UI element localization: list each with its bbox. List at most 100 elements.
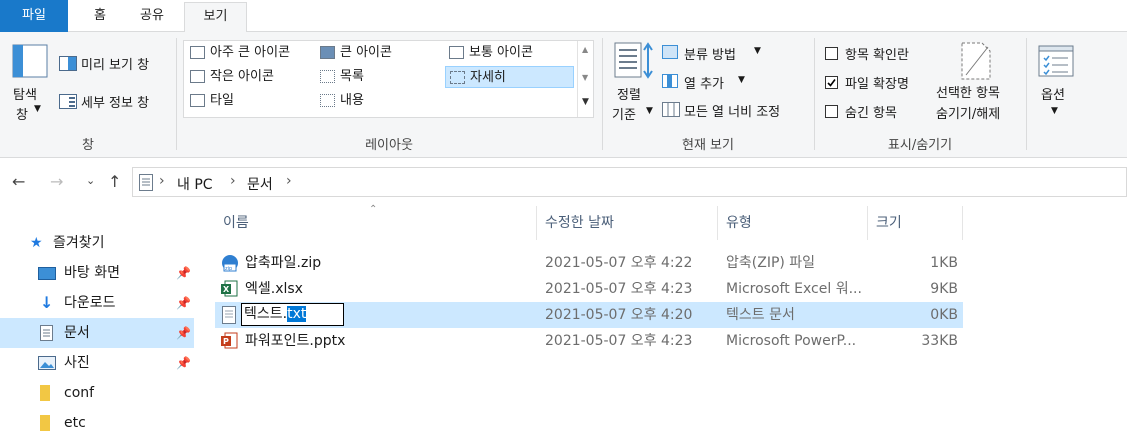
layout-list[interactable]: 목록 xyxy=(316,66,444,88)
layout-medium-icons[interactable]: 보통 아이콘 xyxy=(445,42,573,64)
column-header-type[interactable]: 유형 xyxy=(718,206,868,240)
column-header-name[interactable]: 이름 xyxy=(215,206,537,240)
file-size: 0KB xyxy=(930,307,958,323)
pictures-icon xyxy=(38,356,56,370)
group-by-icon xyxy=(662,45,678,59)
item-checkboxes-checkbox[interactable] xyxy=(825,47,838,60)
rename-selected-extension: txt xyxy=(287,306,307,322)
ribbon-view: 탐색 창 ▼ 미리 보기 창 세부 정보 창 창 아주 큰 아이콘 큰 아이콘 xyxy=(0,32,1127,158)
folder-icon xyxy=(40,415,50,431)
sidebar-item-conf[interactable]: conf xyxy=(0,378,194,408)
tab-file[interactable]: 파일 xyxy=(0,0,68,32)
content-icon xyxy=(320,94,335,107)
layout-large-icons[interactable]: 큰 아이콘 xyxy=(316,42,444,64)
pin-icon[interactable]: 📌 xyxy=(176,258,191,288)
address-bar[interactable]: › 내 PC › 문서 › xyxy=(132,167,1127,197)
column-header-size[interactable]: 크기 xyxy=(868,206,963,240)
sidebar-item-pictures[interactable]: 사진 📌 xyxy=(0,348,194,378)
medium-icons-icon xyxy=(449,46,464,59)
layout-item-label: 타일 xyxy=(210,93,234,108)
file-name[interactable]: 엑셀.xlsx xyxy=(245,276,303,302)
layout-small-icons[interactable]: 작은 아이콘 xyxy=(186,66,314,88)
download-icon: ↓ xyxy=(40,293,54,312)
file-name[interactable]: 파워포인트.pptx xyxy=(245,328,345,354)
pin-icon[interactable]: 📌 xyxy=(176,288,191,318)
scroll-down-icon[interactable]: ▼ xyxy=(582,73,588,82)
file-size: 1KB xyxy=(930,255,958,271)
text-file-icon xyxy=(222,306,236,324)
list-icon xyxy=(320,70,335,83)
options-icon xyxy=(1038,45,1074,77)
layout-details[interactable]: 자세히 xyxy=(445,66,574,88)
add-columns-label: 열 추가 xyxy=(684,77,725,92)
layout-tiles[interactable]: 타일 xyxy=(186,90,314,112)
sidebar-item-label: 문서 xyxy=(64,325,90,341)
rename-input[interactable]: 텍스트.txt xyxy=(241,303,344,326)
extra-large-icons-icon xyxy=(190,46,205,59)
sidebar-item-desktop[interactable]: 바탕 화면 📌 xyxy=(0,258,194,288)
file-date: 2021-05-07 오후 4:22 xyxy=(545,255,693,271)
layout-item-label: 아주 큰 아이콘 xyxy=(210,45,291,60)
document-icon xyxy=(40,325,53,341)
breadcrumb-this-pc[interactable]: 내 PC xyxy=(177,174,213,194)
layout-content[interactable]: 내용 xyxy=(316,90,444,112)
tab-home[interactable]: 홈 xyxy=(80,2,120,32)
breadcrumb-documents[interactable]: 문서 xyxy=(247,174,273,194)
navigation-bar: ← → ⌄ ↑ › 내 PC › 문서 › xyxy=(0,158,1127,206)
tab-share[interactable]: 공유 xyxy=(128,2,176,32)
file-type: Microsoft Excel 워... xyxy=(726,281,862,297)
sidebar-item-label: 바탕 화면 xyxy=(64,265,120,281)
file-extensions-label: 파일 확장명 xyxy=(845,77,909,92)
rename-base-text: 텍스트. xyxy=(244,306,288,322)
table-row[interactable]: X 엑셀.xlsx 2021-05-07 오후 4:23 Microsoft E… xyxy=(215,276,963,302)
forward-arrow-icon[interactable]: → xyxy=(50,172,63,191)
layout-gallery: 아주 큰 아이콘 큰 아이콘 보통 아이콘 작은 아이콘 목록 자세히 타일 내… xyxy=(183,40,594,118)
pin-icon[interactable]: 📌 xyxy=(176,318,191,348)
preview-pane-icon xyxy=(59,56,77,71)
group-by-label: 분류 방법 xyxy=(684,48,736,63)
back-arrow-icon[interactable]: ← xyxy=(12,172,25,191)
breadcrumb-separator-icon[interactable]: › xyxy=(286,173,292,189)
file-name[interactable]: 압축파일.zip xyxy=(245,250,321,276)
layout-extra-large-icons[interactable]: 아주 큰 아이콘 xyxy=(186,42,314,64)
show-hide-group-label: 표시/숨기기 xyxy=(887,138,953,153)
file-extensions-checkbox[interactable] xyxy=(825,76,838,89)
star-icon: ★ xyxy=(30,235,43,251)
tab-view[interactable]: 보기 xyxy=(184,2,247,33)
table-row-selected[interactable]: 텍스트.txt 2021-05-07 오후 4:20 텍스트 문서 0KB xyxy=(215,302,963,328)
table-row[interactable]: P 파워포인트.pptx 2021-05-07 오후 4:23 Microsof… xyxy=(215,328,963,354)
fit-columns-icon xyxy=(662,102,680,117)
desktop-icon xyxy=(38,267,56,280)
chevron-down-icon: ▼ xyxy=(754,46,761,56)
sidebar-item-downloads[interactable]: ↓ 다운로드 📌 xyxy=(0,288,194,318)
svg-text:P: P xyxy=(223,337,229,346)
tiles-icon xyxy=(190,94,205,107)
sort-by-label-1: 정렬 xyxy=(617,88,641,103)
file-size: 9KB xyxy=(930,281,958,297)
chevron-down-icon: ▼ xyxy=(1051,106,1058,116)
table-row[interactable]: zip 압축파일.zip 2021-05-07 오후 4:22 압축(ZIP) … xyxy=(215,250,963,276)
hidden-items-checkbox[interactable] xyxy=(825,105,838,118)
sidebar-item-quick-access[interactable]: ★ 즐겨찾기 xyxy=(0,228,194,258)
item-checkboxes-label: 항목 확인란 xyxy=(845,48,909,63)
gallery-scrollbar[interactable]: ▲ ▼ ▼ xyxy=(577,41,593,117)
hidden-items-label: 숨긴 항목 xyxy=(845,106,897,121)
recent-locations-chevron-icon[interactable]: ⌄ xyxy=(86,174,95,187)
details-pane-icon xyxy=(59,94,77,109)
scroll-up-icon[interactable]: ▲ xyxy=(582,45,588,54)
sidebar-item-documents[interactable]: 문서 📌 xyxy=(0,318,194,348)
svg-text:zip: zip xyxy=(225,266,232,272)
column-header-modified[interactable]: 수정한 날짜 xyxy=(537,206,718,240)
hide-selected-icon xyxy=(961,42,991,80)
hide-selected-label-1: 선택한 항목 xyxy=(936,86,1000,101)
pin-icon[interactable]: 📌 xyxy=(176,348,191,378)
breadcrumb-separator-icon[interactable]: › xyxy=(159,173,165,189)
layout-group-label: 레이아웃 xyxy=(365,138,413,153)
navigation-pane: ★ 즐겨찾기 바탕 화면 📌 ↓ 다운로드 📌 문서 📌 사진 📌 conf e… xyxy=(0,206,194,443)
expand-gallery-icon[interactable]: ▼ xyxy=(582,97,589,107)
breadcrumb-separator-icon[interactable]: › xyxy=(230,173,236,189)
sidebar-item-etc[interactable]: etc xyxy=(0,408,194,438)
details-icon xyxy=(450,71,465,84)
up-arrow-icon[interactable]: ↑ xyxy=(108,172,121,191)
file-size: 33KB xyxy=(921,333,958,349)
